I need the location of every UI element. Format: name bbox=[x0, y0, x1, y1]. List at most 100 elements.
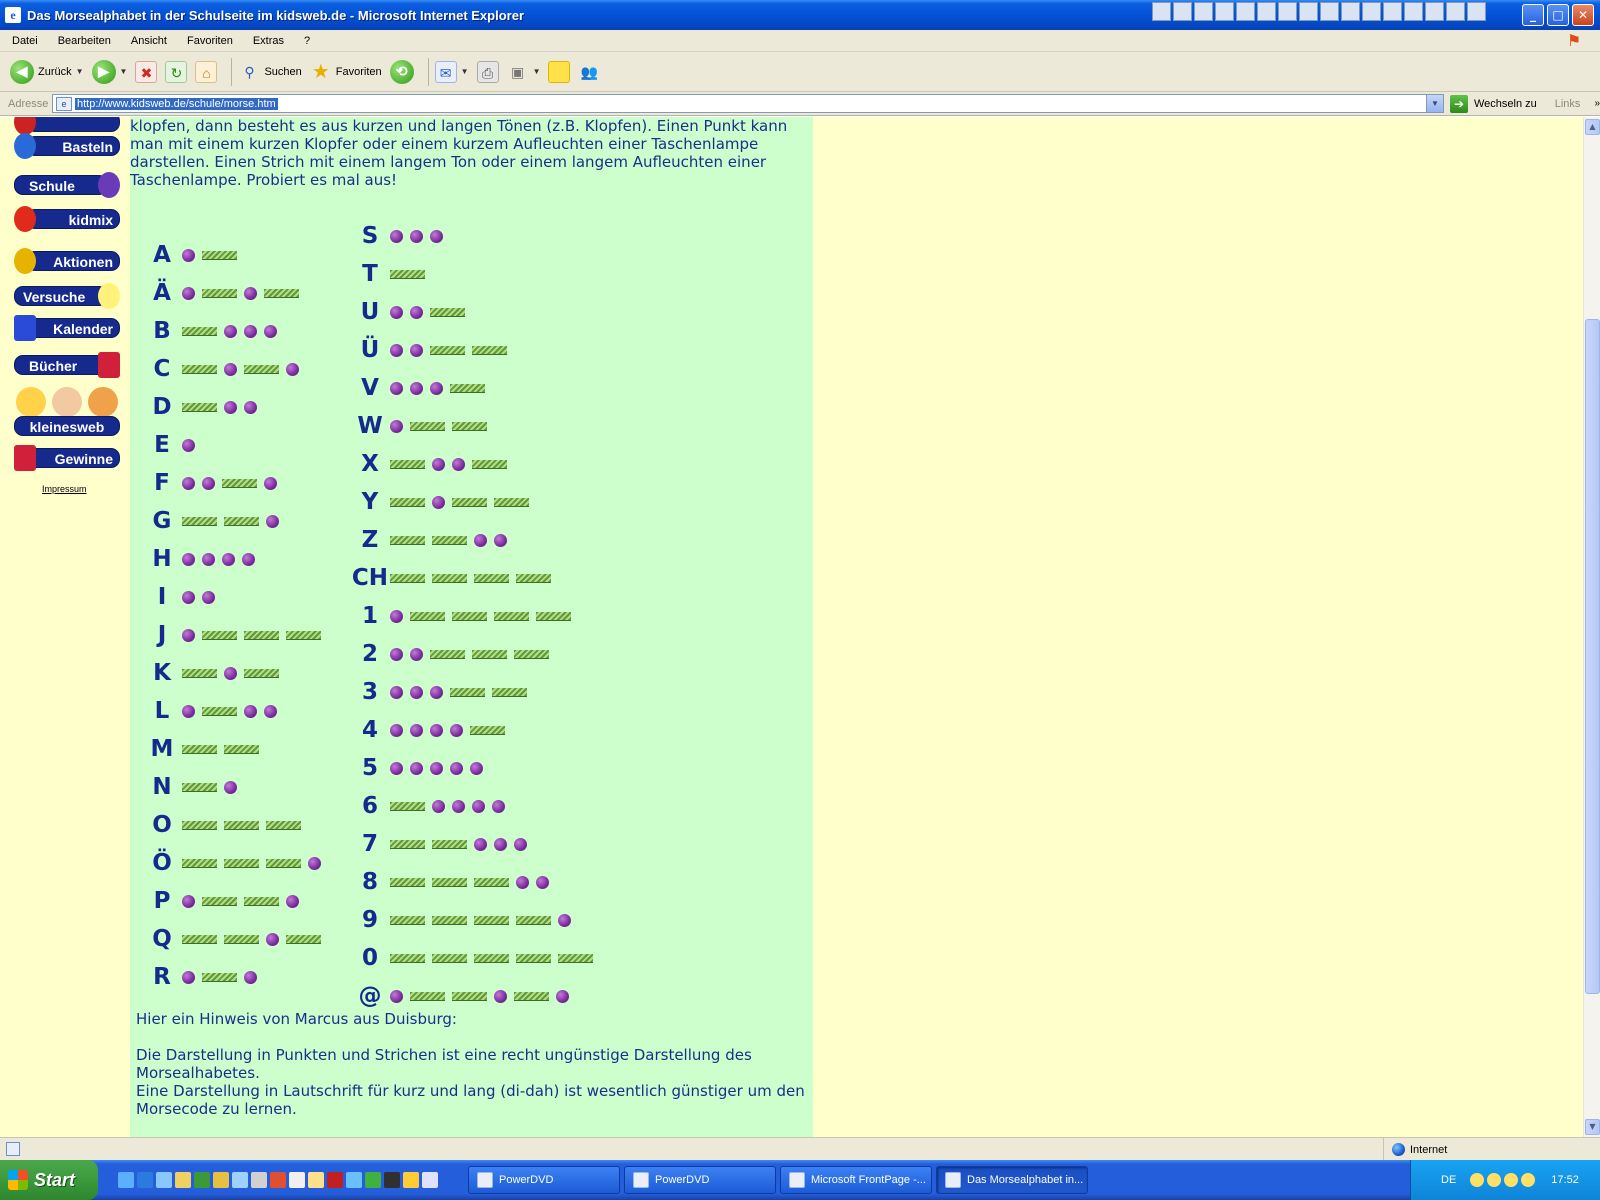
nav-versuche[interactable]: Versuche bbox=[14, 283, 120, 309]
task-button[interactable]: PowerDVD bbox=[468, 1166, 620, 1194]
menu-favoriten[interactable]: Favoriten bbox=[175, 35, 241, 47]
quicklaunch-icon[interactable] bbox=[327, 1172, 343, 1188]
task-button-active[interactable]: Das Morsealphabet in... bbox=[936, 1166, 1088, 1194]
morse-dash bbox=[244, 668, 279, 678]
quick-icon[interactable] bbox=[1425, 2, 1444, 21]
menu-extras[interactable]: Extras bbox=[241, 35, 292, 47]
morse-character: J bbox=[157, 622, 167, 648]
quick-icon[interactable] bbox=[1341, 2, 1360, 21]
task-button[interactable]: PowerDVD bbox=[624, 1166, 776, 1194]
minimize-button[interactable]: _ bbox=[1522, 4, 1544, 26]
chevron-down-icon[interactable]: ▼ bbox=[1425, 95, 1443, 112]
nav-basteln[interactable]: Basteln bbox=[14, 133, 120, 159]
quicklaunch-icon[interactable] bbox=[137, 1172, 153, 1188]
refresh-button[interactable]: ↻ bbox=[165, 56, 188, 88]
menu-bearbeiten[interactable]: Bearbeiten bbox=[46, 35, 119, 47]
url-text[interactable]: http://www.kidsweb.de/schule/morse.htm bbox=[75, 97, 278, 110]
morse-dot bbox=[390, 229, 403, 243]
quicklaunch-icon[interactable] bbox=[213, 1172, 229, 1188]
quicklaunch-icon[interactable] bbox=[308, 1172, 324, 1188]
chevron-down-icon[interactable]: ▼ bbox=[461, 67, 469, 76]
quick-icon[interactable] bbox=[1446, 2, 1465, 21]
history-button[interactable]: ⟲ bbox=[389, 56, 414, 88]
quicklaunch-icon[interactable] bbox=[384, 1172, 400, 1188]
quicklaunch-icon[interactable] bbox=[251, 1172, 267, 1188]
search-button[interactable]: ⚲ Suchen bbox=[238, 56, 301, 88]
quicklaunch-icon[interactable] bbox=[118, 1172, 134, 1188]
menu-ansicht[interactable]: Ansicht bbox=[119, 35, 175, 47]
title-bar[interactable]: e Das Morsealphabet in der Schulseite im… bbox=[0, 0, 1600, 30]
morse-dot bbox=[286, 362, 299, 376]
quicklaunch-icon[interactable] bbox=[175, 1172, 191, 1188]
quick-icon[interactable] bbox=[1404, 2, 1423, 21]
nav-kidmix[interactable]: kidmix bbox=[14, 206, 120, 232]
vertical-scrollbar[interactable]: ▲ ▼ bbox=[1583, 117, 1600, 1137]
mail-button[interactable]: ✉ ▼ bbox=[434, 56, 469, 88]
quicklaunch-icon[interactable] bbox=[270, 1172, 286, 1188]
stop-button[interactable]: ✖ bbox=[135, 56, 158, 88]
nav-schule[interactable]: Schule bbox=[14, 172, 120, 198]
maximize-button[interactable]: □ bbox=[1547, 4, 1569, 26]
impressum-link[interactable]: Impressum bbox=[42, 484, 87, 494]
notes-button[interactable] bbox=[548, 56, 571, 88]
go-button[interactable]: ➔ Wechseln zu bbox=[1449, 94, 1537, 113]
quicklaunch-icon[interactable] bbox=[232, 1172, 248, 1188]
morse-character: U bbox=[360, 299, 380, 325]
chevron-down-icon[interactable]: ▼ bbox=[533, 67, 541, 76]
start-button[interactable]: Start bbox=[0, 1160, 98, 1200]
quicklaunch-icon[interactable] bbox=[156, 1172, 172, 1188]
nav-buecher[interactable]: Bücher bbox=[14, 352, 120, 378]
chevron-down-icon[interactable]: ▼ bbox=[76, 67, 84, 76]
language-indicator[interactable]: DE bbox=[1441, 1174, 1456, 1186]
scroll-up-button[interactable]: ▲ bbox=[1585, 119, 1600, 135]
forward-button[interactable]: ▶ ▼ bbox=[91, 56, 128, 88]
quicklaunch-icon[interactable] bbox=[422, 1172, 438, 1188]
quicklaunch-icon[interactable] bbox=[346, 1172, 362, 1188]
menu-help[interactable]: ? bbox=[292, 35, 318, 47]
back-button[interactable]: ◀ Zurück ▼ bbox=[10, 56, 84, 88]
url-input[interactable]: e http://www.kidsweb.de/schule/morse.htm… bbox=[52, 94, 1444, 113]
quick-icon[interactable] bbox=[1467, 2, 1486, 21]
tray-icon[interactable] bbox=[1470, 1173, 1485, 1187]
quick-icon[interactable] bbox=[1299, 2, 1318, 21]
tray-icon[interactable] bbox=[1504, 1173, 1519, 1187]
morse-dot bbox=[430, 723, 443, 737]
quicklaunch-icon[interactable] bbox=[365, 1172, 381, 1188]
quick-icon[interactable] bbox=[1362, 2, 1381, 21]
quicklaunch-icon[interactable] bbox=[289, 1172, 305, 1188]
note-line: Die Darstellung in Punkten und Strichen … bbox=[136, 1046, 752, 1082]
tray-icon[interactable] bbox=[1487, 1173, 1502, 1187]
nav-kalender[interactable]: Kalender bbox=[14, 315, 120, 341]
scroll-thumb[interactable] bbox=[1585, 319, 1600, 994]
quicklaunch-icon[interactable] bbox=[194, 1172, 210, 1188]
quicklaunch-icon[interactable] bbox=[403, 1172, 419, 1188]
clock[interactable]: 17:52 bbox=[1551, 1174, 1579, 1186]
task-button[interactable]: Microsoft FrontPage -... bbox=[780, 1166, 932, 1194]
nav-aktionen[interactable]: Aktionen bbox=[14, 248, 120, 274]
quick-icon[interactable] bbox=[1236, 2, 1255, 21]
quick-icon[interactable] bbox=[1173, 2, 1192, 21]
favorites-button[interactable]: ★ Favoriten bbox=[310, 56, 382, 88]
tray-icon[interactable] bbox=[1521, 1173, 1536, 1187]
quick-icon[interactable] bbox=[1320, 2, 1339, 21]
quick-icon[interactable] bbox=[1194, 2, 1213, 21]
quick-icon[interactable] bbox=[1278, 2, 1297, 21]
quick-icon[interactable] bbox=[1257, 2, 1276, 21]
chevron-right-icon[interactable]: » bbox=[1594, 98, 1600, 109]
messenger-button[interactable]: 👥 bbox=[578, 56, 600, 88]
nav-spiele[interactable] bbox=[14, 117, 120, 135]
scroll-down-button[interactable]: ▼ bbox=[1585, 1119, 1600, 1135]
edit-button[interactable]: ▣ ▼ bbox=[507, 56, 541, 88]
home-button[interactable]: ⌂ bbox=[195, 56, 218, 88]
menu-datei[interactable]: Datei bbox=[0, 35, 46, 47]
links-label[interactable]: Links bbox=[1555, 98, 1581, 110]
quick-icon[interactable] bbox=[1152, 2, 1171, 21]
morse-row: S bbox=[350, 221, 443, 251]
close-button[interactable]: ✕ bbox=[1572, 4, 1594, 26]
nav-gewinne[interactable]: Gewinne bbox=[14, 445, 120, 471]
chevron-down-icon[interactable]: ▼ bbox=[120, 67, 128, 76]
nav-kleinesweb[interactable]: kleinesweb bbox=[14, 415, 120, 437]
print-button[interactable]: ⎙ bbox=[476, 56, 499, 88]
quick-icon[interactable] bbox=[1383, 2, 1402, 21]
quick-icon[interactable] bbox=[1215, 2, 1234, 21]
